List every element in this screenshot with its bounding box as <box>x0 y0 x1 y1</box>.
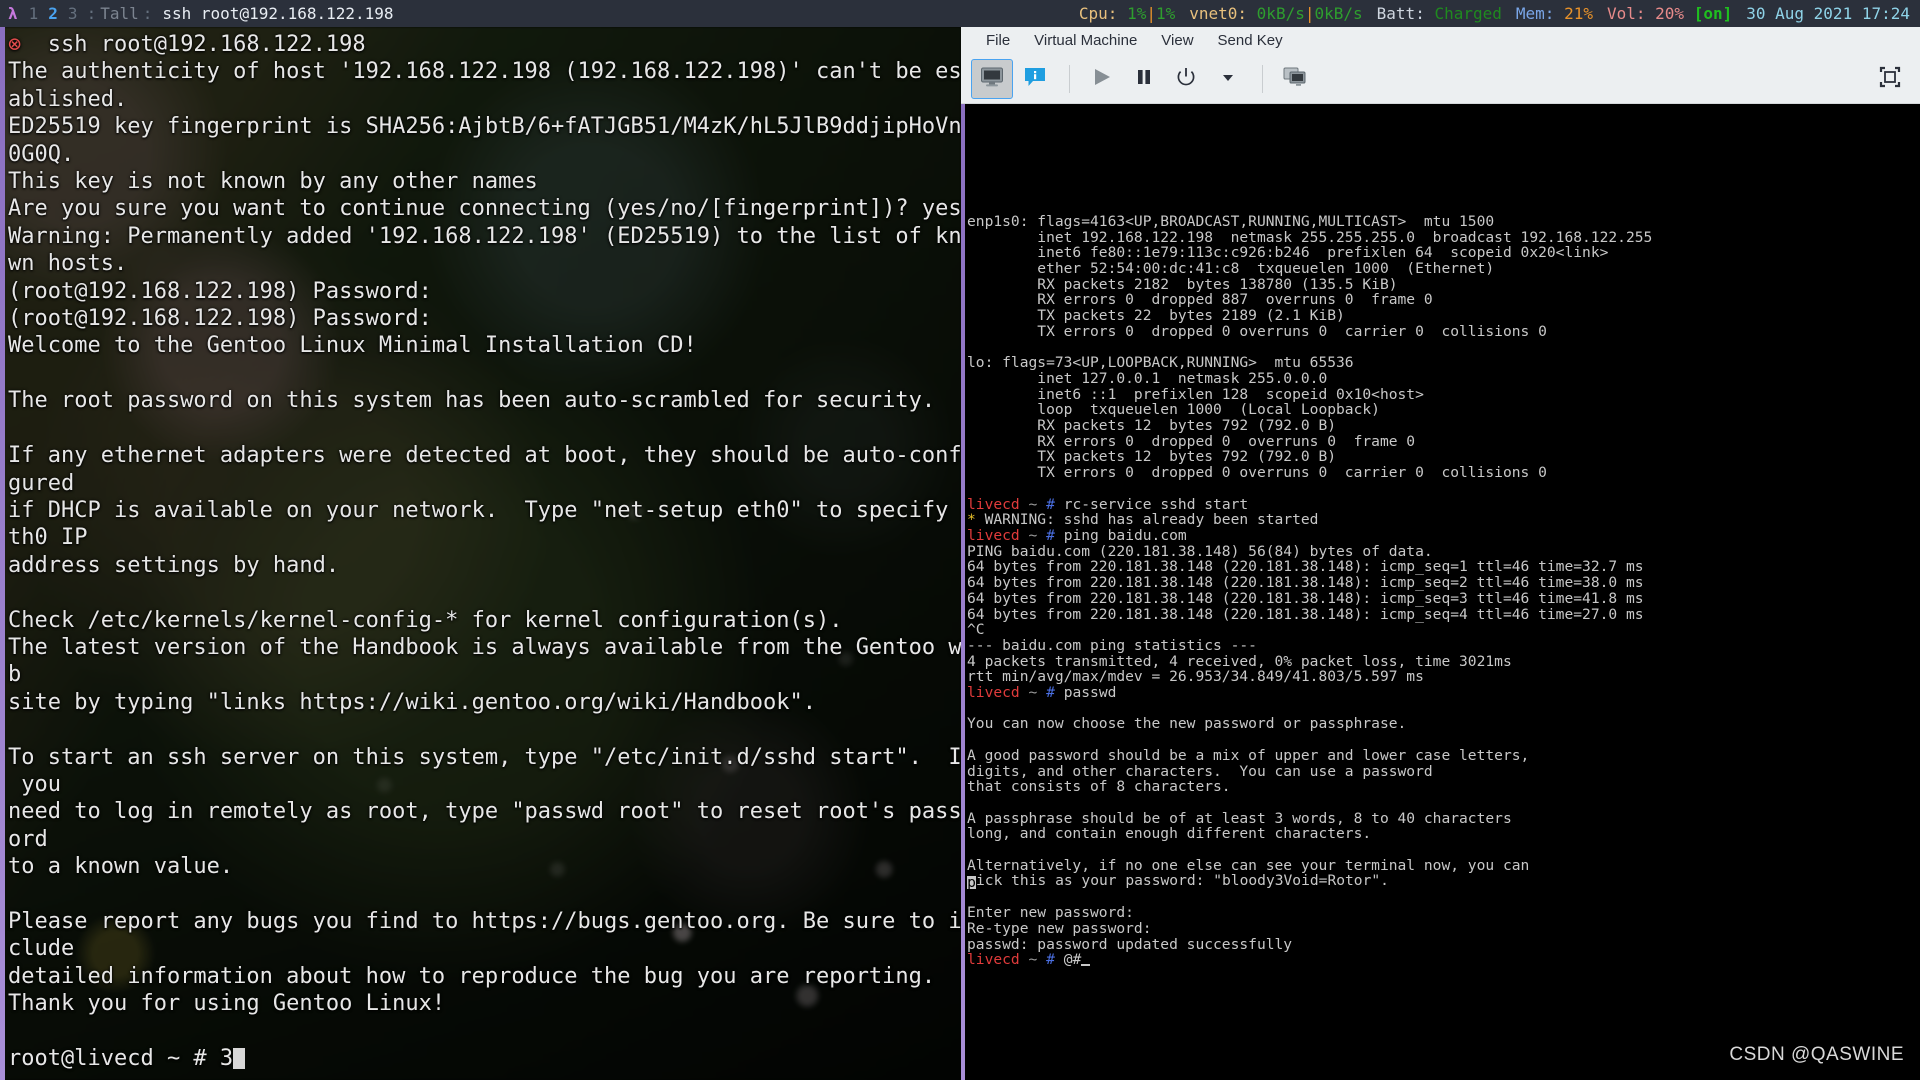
net-value-2: 0kB/s <box>1314 4 1363 23</box>
fullscreen-icon <box>1878 65 1902 93</box>
console-monitor-icon <box>980 66 1004 92</box>
net-value-1: 0kB/s <box>1256 4 1305 23</box>
workspace-3[interactable]: 3 <box>63 4 83 23</box>
watermark: CSDN @QASWINE <box>1729 1044 1904 1065</box>
net-label: vnet0: <box>1189 4 1248 23</box>
menu-send-key[interactable]: Send Key <box>1206 32 1295 49</box>
cpu-value-2: 1% <box>1155 4 1176 23</box>
battery-label: Batt: <box>1376 4 1425 23</box>
cpu-label: Cpu: <box>1078 4 1118 23</box>
cpu-pipe: | <box>1146 4 1156 23</box>
tool-bar[interactable] <box>961 54 1920 104</box>
pause-button[interactable] <box>1124 60 1164 98</box>
run-play-icon <box>1091 66 1113 92</box>
run-button[interactable] <box>1082 60 1122 98</box>
battery-status: Charged <box>1434 4 1502 23</box>
xmonad-status-bar: λ 1 2 3 : Tall : ssh root@192.168.122.19… <box>0 0 1920 27</box>
shutdown-power-icon <box>1175 66 1197 92</box>
virt-manager-window[interactable]: File Virtual Machine View Send Key enp1s… <box>961 27 1920 1080</box>
net-pipe: | <box>1304 4 1315 23</box>
snapshots-button[interactable] <box>1275 60 1315 98</box>
take-snapshot-icon <box>1282 66 1308 92</box>
clock: 30 Aug 2021 17:24 <box>1746 4 1910 23</box>
memory-label: Mem: <box>1515 4 1555 23</box>
layout-name[interactable]: Tall <box>100 4 139 23</box>
pause-icon <box>1133 66 1155 92</box>
menu-bar[interactable]: File Virtual Machine View Send Key <box>961 27 1920 54</box>
menu-file[interactable]: File <box>974 32 1022 49</box>
status-separator-1: : <box>86 4 97 23</box>
memory-value: 21% <box>1564 4 1593 23</box>
cpu-value-1: 1% <box>1127 4 1147 23</box>
shutdown-button[interactable] <box>1166 60 1206 98</box>
menu-virtual-machine[interactable]: Virtual Machine <box>1022 32 1149 49</box>
console-focus-border <box>961 104 965 1080</box>
volume-value: 20% <box>1655 4 1685 23</box>
workspace-1[interactable]: 1 <box>24 4 44 23</box>
toolbar-separator-2 <box>1262 64 1263 93</box>
lambda-logo: λ <box>8 4 18 23</box>
toolbar-separator-1 <box>1069 64 1070 93</box>
vm-console[interactable]: enp1s0: flags=4163<UP,BROADCAST,RUNNING,… <box>961 104 1920 1080</box>
focused-window-title: ssh root@192.168.122.198 <box>162 4 394 23</box>
shutdown-dropdown-arrow-icon <box>1220 69 1236 89</box>
ssh-terminal-pane[interactable]: ⊗ ssh root@192.168.122.198 The authentic… <box>0 27 961 1080</box>
vm-console-output[interactable]: enp1s0: flags=4163<UP,BROADCAST,RUNNING,… <box>967 104 1920 1080</box>
volume-label: Vol: <box>1606 4 1646 23</box>
volume-state: [on] <box>1693 4 1733 23</box>
menu-view[interactable]: View <box>1149 32 1205 49</box>
workspace-2[interactable]: 2 <box>43 4 63 23</box>
fullscreen-button[interactable] <box>1870 60 1910 98</box>
show-details-info-icon <box>1023 66 1047 92</box>
shutdown-options-button[interactable] <box>1208 60 1248 98</box>
status-separator-2: : <box>142 4 153 23</box>
show-details-button[interactable] <box>1015 60 1055 98</box>
console-view-button[interactable] <box>971 58 1013 99</box>
terminal-output[interactable]: ⊗ ssh root@192.168.122.198 The authentic… <box>8 31 961 1080</box>
terminal-focus-border <box>0 27 5 1080</box>
